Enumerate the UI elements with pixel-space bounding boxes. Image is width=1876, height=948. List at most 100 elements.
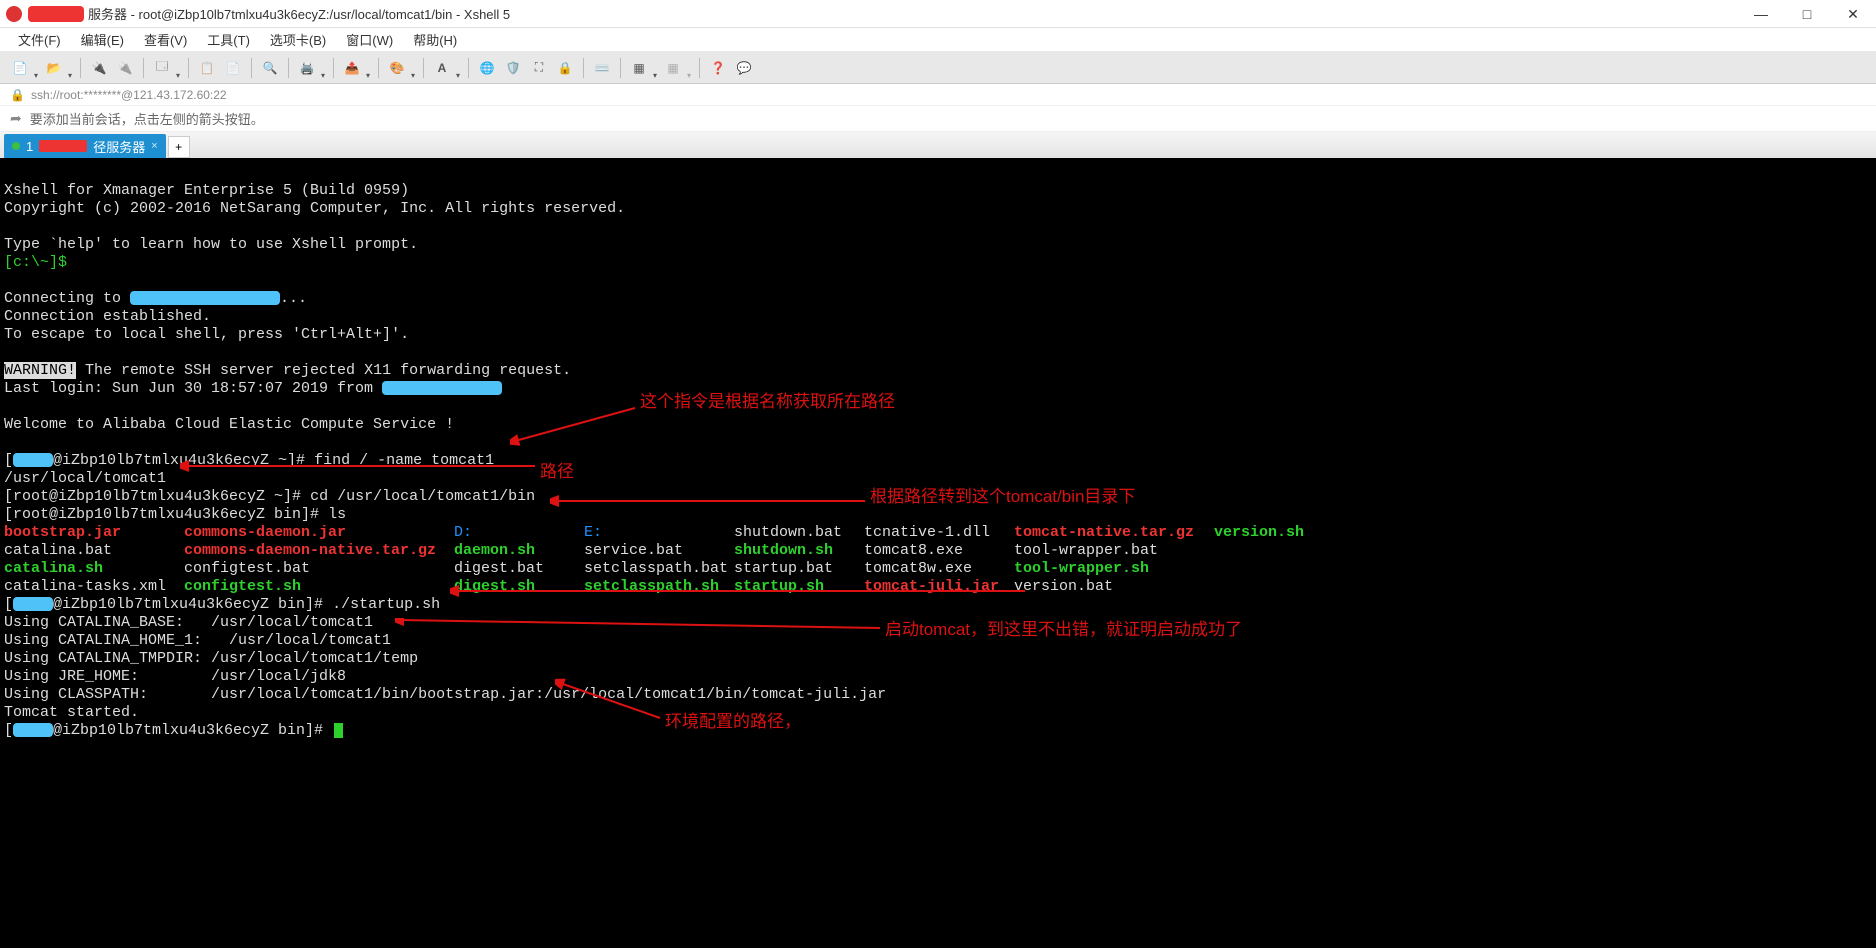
prompt-startup: [@iZbp10lb7tmlxu4u3k6ecyZ bin]# ./startu… — [4, 596, 440, 613]
hint-text: 要添加当前会话，点击左侧的箭头按钮。 — [30, 109, 264, 128]
using-line: Using CATALINA_TMPDIR: /usr/local/tomcat… — [4, 650, 418, 667]
local-prompt: [c:\~]$ — [4, 254, 67, 271]
paste-icon[interactable]: 📄 — [221, 56, 245, 80]
close-button[interactable]: ✕ — [1830, 0, 1876, 28]
help-line: Type `help' to learn how to use Xshell p… — [4, 236, 418, 253]
menu-bar: 文件(F) 编辑(E) 查看(V) 工具(T) 选项卡(B) 窗口(W) 帮助(… — [0, 28, 1876, 52]
new-session-icon[interactable]: 📄 — [8, 56, 32, 80]
menu-tools[interactable]: 工具(T) — [199, 28, 258, 51]
redact-ip — [130, 291, 280, 305]
prompt-find: [@iZbp10lb7tmlxu4u3k6ecyZ ~]# find / -na… — [4, 452, 494, 469]
welcome-line: Welcome to Alibaba Cloud Elastic Compute… — [4, 416, 454, 433]
keypad-icon[interactable]: ⌨️ — [590, 56, 614, 80]
using-line: Using JRE_HOME: /usr/local/jdk8 — [4, 668, 346, 685]
new-tab-button[interactable]: + — [168, 136, 190, 158]
reconnect-icon[interactable]: 🔌 — [87, 56, 111, 80]
menu-edit[interactable]: 编辑(E) — [73, 28, 132, 51]
tab-close-icon[interactable]: × — [151, 140, 157, 152]
separator — [333, 58, 334, 78]
cursor — [334, 723, 343, 738]
title-bar: 服务器 - root@iZbp10lb7tmlxu4u3k6ecyZ:/usr/… — [0, 0, 1876, 28]
tab-session-1[interactable]: 1 径服务器 × — [4, 134, 166, 158]
address-bar[interactable]: 🔒 ssh://root:********@121.43.172.60:22 — [0, 84, 1876, 106]
annotation-find: 这个指令是根据名称获取所在路径 — [640, 393, 895, 411]
prompt-idle: [@iZbp10lb7tmlxu4u3k6ecyZ bin]# — [4, 722, 343, 739]
feedback-icon[interactable]: 💬 — [732, 56, 756, 80]
redact-from — [382, 381, 502, 395]
print-icon[interactable]: 🖨️ — [295, 56, 319, 80]
redact-user — [13, 597, 53, 611]
arrow-icon[interactable]: ➦ — [10, 110, 22, 127]
redact-box — [28, 6, 84, 22]
connecting-line: Connecting to ... — [4, 290, 307, 307]
menu-help[interactable]: 帮助(H) — [405, 28, 465, 51]
status-dot — [12, 142, 20, 150]
menu-view[interactable]: 查看(V) — [136, 28, 195, 51]
terminal[interactable]: Xshell for Xmanager Enterprise 5 (Build … — [0, 158, 1876, 948]
font-icon[interactable]: A — [430, 56, 454, 80]
tab-number: 1 — [26, 139, 33, 154]
app-icon — [6, 6, 22, 22]
ls-row: bootstrap.jarcommons-daemon.jarD:E:shutd… — [4, 524, 1304, 541]
prompt-ls: [root@iZbp10lb7tmlxu4u3k6ecyZ bin]# ls — [4, 506, 346, 523]
minimize-button[interactable]: — — [1738, 0, 1784, 28]
arrow-icon — [550, 493, 870, 509]
separator — [378, 58, 379, 78]
arrow-icon — [510, 406, 640, 446]
redact-user — [13, 723, 53, 737]
find-output: /usr/local/tomcat1 — [4, 470, 166, 487]
separator — [251, 58, 252, 78]
menu-window[interactable]: 窗口(W) — [338, 28, 401, 51]
fullscreen-icon[interactable]: ⛶ — [527, 56, 551, 80]
help-icon[interactable]: ❓ — [706, 56, 730, 80]
separator — [143, 58, 144, 78]
globe-icon[interactable]: 🌐 — [475, 56, 499, 80]
find-icon[interactable]: 🔍 — [258, 56, 282, 80]
separator — [188, 58, 189, 78]
transfer-icon[interactable]: 📤 — [340, 56, 364, 80]
tab-label: 径服务器 — [93, 137, 145, 156]
layout-icon[interactable]: ▦ — [627, 56, 651, 80]
warning-line: WARNING! The remote SSH server rejected … — [4, 362, 571, 379]
banner-line: Copyright (c) 2002-2016 NetSarang Comput… — [4, 200, 625, 217]
last-login-line: Last login: Sun Jun 30 18:57:07 2019 fro… — [4, 380, 502, 397]
ls-row: catalina-tasks.xmlconfigtest.shdigest.sh… — [4, 578, 1113, 595]
ls-row: catalina.batcommons-daemon-native.tar.gz… — [4, 542, 1158, 559]
separator — [423, 58, 424, 78]
separator — [699, 58, 700, 78]
connected-line: Connection established. — [4, 308, 211, 325]
disconnect-icon[interactable]: 🔌 — [113, 56, 137, 80]
tomcat-started: Tomcat started. — [4, 704, 139, 721]
lock-small-icon: 🔒 — [10, 88, 25, 102]
using-line: Using CATALINA_HOME_1: /usr/local/tomcat… — [4, 632, 391, 649]
color-icon[interactable]: 🎨 — [385, 56, 409, 80]
ls-row: catalina.shconfigtest.batdigest.batsetcl… — [4, 560, 1149, 577]
tab-strip: 1 径服务器 × + — [0, 132, 1876, 158]
copy-icon[interactable]: 📋 — [195, 56, 219, 80]
open-session-icon[interactable]: 📂 — [42, 56, 66, 80]
annotation-env: 环境配置的路径， — [665, 713, 801, 731]
separator — [468, 58, 469, 78]
panes-icon[interactable]: ▦ — [661, 56, 685, 80]
annotation-path: 路径 — [540, 463, 574, 481]
separator — [583, 58, 584, 78]
annotation-start: 启动tomcat，到这里不出错，就证明启动成功了 — [885, 621, 1242, 639]
toolbar: 📄 📂 🔌 🔌 🗔 📋 📄 🔍 🖨️ 📤 🎨 A 🌐 🛡️ ⛶ 🔒 ⌨️ ▦ ▦… — [0, 52, 1876, 84]
using-line: Using CATALINA_BASE: /usr/local/tomcat1 — [4, 614, 373, 631]
menu-tabs[interactable]: 选项卡(B) — [262, 28, 334, 51]
lock-icon[interactable]: 🔒 — [553, 56, 577, 80]
banner-line: Xshell for Xmanager Enterprise 5 (Build … — [4, 182, 409, 199]
redact-user — [13, 453, 53, 467]
menu-file[interactable]: 文件(F) — [10, 28, 69, 51]
window-title: 服务器 - root@iZbp10lb7tmlxu4u3k6ecyZ:/usr/… — [88, 4, 510, 23]
using-line: Using CLASSPATH: /usr/local/tomcat1/bin/… — [4, 686, 886, 703]
window-controls: — □ ✕ — [1738, 0, 1876, 28]
maximize-button[interactable]: □ — [1784, 0, 1830, 28]
properties-icon[interactable]: 🗔 — [150, 56, 174, 80]
session-hint-bar: ➦ 要添加当前会话，点击左侧的箭头按钮。 — [0, 106, 1876, 132]
escape-line: To escape to local shell, press 'Ctrl+Al… — [4, 326, 409, 343]
redact-box — [39, 140, 87, 152]
shield-icon[interactable]: 🛡️ — [501, 56, 525, 80]
arrow-icon — [395, 618, 885, 634]
separator — [288, 58, 289, 78]
